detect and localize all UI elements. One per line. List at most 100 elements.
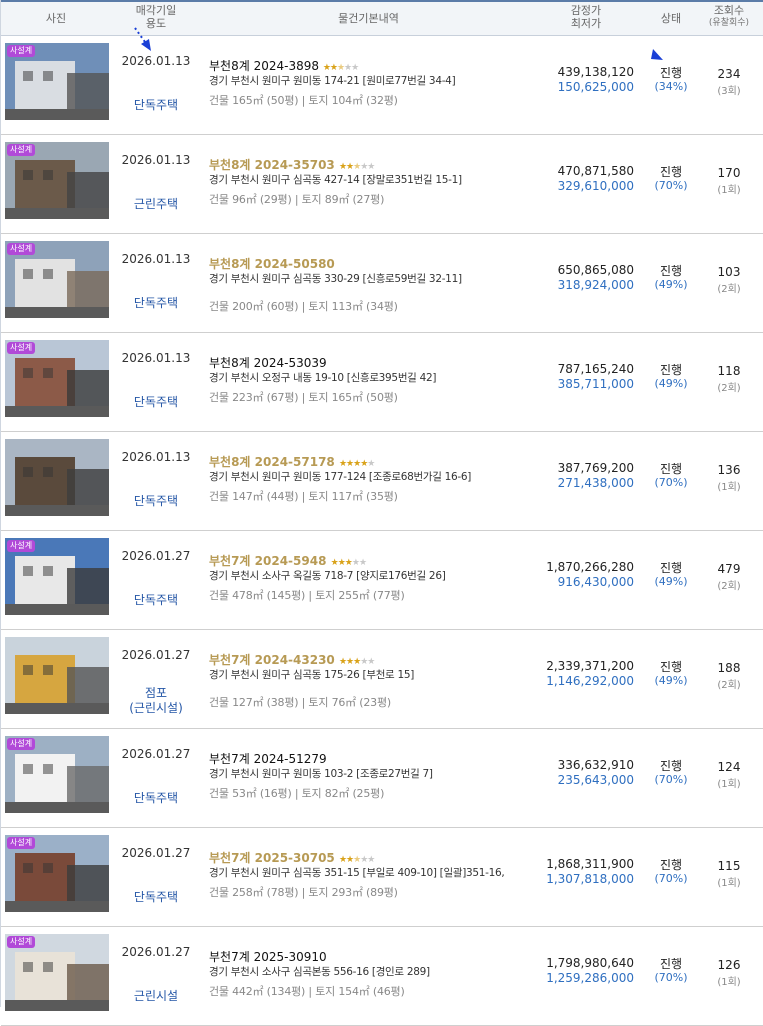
property-address: 경기 부천시 소사구 옥길동 718-7 [양지로176번길 26] [209, 570, 446, 582]
min-price-ratio: (49%) [654, 674, 688, 687]
table-row[interactable]: 사설계 2026.01.13 단독주택 부천8계 2024-53039 경기 부천시 오… [1, 333, 763, 432]
rating-stars: ★★★★★ [338, 657, 375, 667]
table-row[interactable]: 사설계 2026.01.27 단독주택 부천7계 2025-30705 ★★★★★ 경기… [1, 828, 763, 927]
failed-bid-count: (1회) [717, 977, 741, 988]
property-use: 단독주택 [133, 395, 179, 409]
property-address: 경기 부천시 오정구 내동 19-10 [신흥로395번길 42] [209, 372, 437, 384]
status-text: 진행 [659, 957, 683, 971]
private-notice-badge: 사설계 [7, 342, 36, 354]
status-text: 진행 [659, 165, 683, 179]
table-row[interactable]: 사설계 2026.01.13 근린주택 부천8계 2024-35703 ★★★★★ 경기… [1, 135, 763, 234]
case-number-link[interactable]: 부천7계 2024-43230 ★★★★★ [209, 651, 375, 668]
status-text: 진행 [659, 858, 683, 872]
header-date-use[interactable]: 매각기일 용도 [111, 4, 201, 30]
property-address: 경기 부천시 원미구 심곡동 427-14 [장말로351번길 15-1] [209, 174, 462, 186]
minimum-price: 271,438,000 [557, 476, 634, 490]
property-use: 단독주택 [133, 296, 179, 310]
private-notice-badge: 사설계 [7, 45, 36, 57]
view-count: 170 [717, 166, 741, 180]
appraisal-price: 387,769,200 [557, 461, 634, 475]
failed-bid-count: (1회) [717, 185, 741, 196]
rating-stars: ★★★★★ [338, 855, 375, 865]
minimum-price: 318,924,000 [557, 278, 634, 292]
header-details: 물건기본내역 [338, 12, 399, 25]
table-row[interactable]: 사설계 2026.01.27 단독주택 부천7계 2024-5948 ★★★★★ 경기 … [1, 531, 763, 630]
property-address: 경기 부천시 원미구 심곡동 330-29 [신흥로59번길 32-11] [209, 273, 462, 285]
sale-date: 2026.01.27 [121, 846, 191, 860]
case-number-link[interactable]: 부천8계 2024-3898 ★★★★★ [209, 57, 359, 74]
minimum-price: 1,259,286,000 [546, 971, 634, 985]
property-use: 근린주택 [133, 197, 179, 211]
property-photo[interactable] [5, 439, 109, 516]
min-price-ratio: (70%) [654, 971, 688, 984]
table-row[interactable]: 사설계 2026.01.13 단독주택 부천8계 2024-50580 경기 부천시 원… [1, 234, 763, 333]
minimum-price: 329,610,000 [557, 179, 634, 193]
area-info: 건물 127㎡ (38평) | 토지 76㎡ (23평) [209, 696, 391, 709]
case-number-link[interactable]: 부천7계 2025-30705 ★★★★★ [209, 849, 375, 866]
case-number-link[interactable]: 부천8계 2024-35703 ★★★★★ [209, 156, 375, 173]
property-address: 경기 부천시 원미구 원미동 103-2 [조종로27번길 7] [209, 768, 433, 780]
min-price-ratio: (70%) [654, 179, 688, 192]
failed-bid-count: (1회) [717, 878, 741, 889]
area-info: 건물 223㎡ (67평) | 토지 165㎡ (50평) [209, 391, 398, 404]
property-use: 점포 (근린시설) [129, 686, 183, 715]
header-photo: 사진 [45, 12, 67, 25]
property-address: 경기 부천시 원미구 원미동 174-21 [원미로77번길 34-4] [209, 75, 456, 87]
case-number-link[interactable]: 부천8계 2024-50580 [209, 255, 335, 272]
table-row[interactable]: 2026.01.27 점포 (근린시설) 부천7계 2024-43230 ★★★★★ 경… [1, 630, 763, 729]
view-count: 103 [717, 265, 741, 279]
area-info: 건물 96㎡ (29평) | 토지 89㎡ (27평) [209, 193, 385, 206]
case-number-link[interactable]: 부천7계 2024-5948 ★★★★★ [209, 552, 367, 569]
failed-bid-count: (1회) [717, 779, 741, 790]
property-photo[interactable]: 사설계 [5, 736, 109, 813]
header-price[interactable]: 감정가 최저가 [541, 4, 631, 30]
appraisal-price: 1,798,980,640 [546, 956, 634, 970]
case-number-link[interactable]: 부천8계 2024-53039 [209, 354, 327, 371]
property-use: 근린시설 [133, 989, 179, 1003]
table-row[interactable]: 2026.01.13 단독주택 부천8계 2024-57178 ★★★★★ 경기 부천… [1, 432, 763, 531]
view-count: 188 [717, 661, 741, 675]
property-photo[interactable]: 사설계 [5, 835, 109, 912]
property-photo[interactable]: 사설계 [5, 934, 109, 1011]
property-address: 경기 부천시 원미구 심곡동 351-15 [부일로 409-10] [일괄]3… [209, 867, 505, 879]
table-row[interactable]: 사설계 2026.01.27 단독주택 부천7계 2024-51279 경기 부천시 원… [1, 729, 763, 828]
minimum-price: 150,625,000 [557, 80, 634, 94]
property-photo[interactable]: 사설계 [5, 340, 109, 417]
area-info: 건물 165㎡ (50평) | 토지 104㎡ (32평) [209, 94, 398, 107]
table-row[interactable]: 사설계 2026.01.27 근린시설 부천7계 2025-30910 경기 부천시 소… [1, 927, 763, 1026]
property-photo[interactable]: 사설계 [5, 43, 109, 120]
header-views[interactable]: 조회수 (유찰회수) [701, 4, 757, 30]
property-photo[interactable]: 사설계 [5, 538, 109, 615]
min-price-ratio: (70%) [654, 773, 688, 786]
header-status[interactable]: 상태 [641, 12, 701, 25]
minimum-price: 1,146,292,000 [546, 674, 634, 688]
property-photo[interactable] [5, 637, 109, 714]
sale-date: 2026.01.13 [121, 54, 191, 68]
case-number-link[interactable]: 부천7계 2024-51279 [209, 750, 327, 767]
area-info: 건물 442㎡ (134평) | 토지 154㎡ (46평) [209, 985, 405, 998]
property-photo[interactable]: 사설계 [5, 241, 109, 318]
property-photo[interactable]: 사설계 [5, 142, 109, 219]
min-price-ratio: (34%) [654, 80, 688, 93]
minimum-price: 235,643,000 [557, 773, 634, 787]
failed-bid-count: (1회) [717, 482, 741, 493]
sale-date: 2026.01.13 [121, 252, 191, 266]
case-number-link[interactable]: 부천8계 2024-57178 ★★★★★ [209, 453, 375, 470]
private-notice-badge: 사설계 [7, 837, 36, 849]
failed-bid-count: (2회) [717, 284, 741, 295]
case-number-link[interactable]: 부천7계 2025-30910 [209, 948, 327, 965]
rating-stars: ★★★★★ [338, 459, 375, 469]
property-use: 단독주택 [133, 98, 179, 112]
failed-bid-count: (2회) [717, 383, 741, 394]
view-count: 118 [717, 364, 741, 378]
rating-stars: ★★★★★ [338, 162, 375, 172]
appraisal-price: 650,865,080 [557, 263, 634, 277]
sale-date: 2026.01.13 [121, 351, 191, 365]
private-notice-badge: 사설계 [7, 144, 36, 156]
sale-date: 2026.01.13 [121, 153, 191, 167]
appraisal-price: 2,339,371,200 [546, 659, 634, 673]
property-address: 경기 부천시 소사구 심곡본동 556-16 [경인로 289] [209, 966, 430, 978]
private-notice-badge: 사설계 [7, 243, 36, 255]
min-price-ratio: (70%) [654, 872, 688, 885]
property-use: 단독주택 [133, 494, 179, 508]
